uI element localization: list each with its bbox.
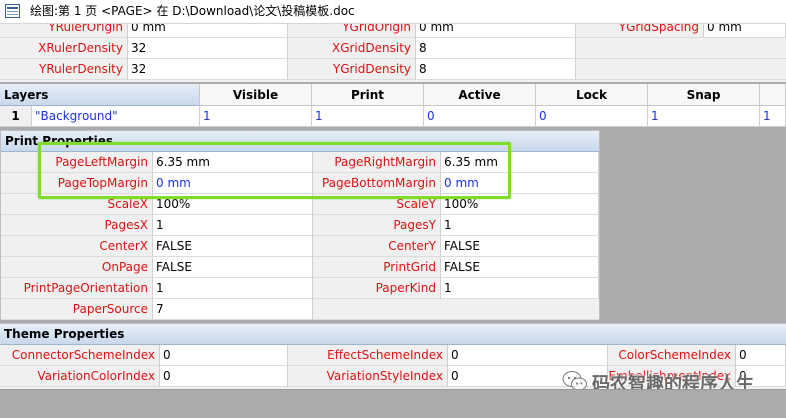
prop-label: YRulerDensity <box>0 59 128 80</box>
empty-cell <box>576 59 786 80</box>
prop-label: YGridOrigin <box>288 24 416 38</box>
prop-value[interactable]: 32 <box>128 59 288 80</box>
prop-value[interactable]: 1 <box>153 215 313 236</box>
prop-label: VariationColorIndex <box>0 366 160 387</box>
prop-label: PrintPageOrientation <box>1 278 153 299</box>
prop-value[interactable]: 0 <box>448 345 608 366</box>
prop-label: YGridSpacing <box>576 24 704 38</box>
empty-cell <box>313 299 599 320</box>
prop-value[interactable]: 0 <box>160 366 288 387</box>
prop-value[interactable]: 7 <box>153 299 313 320</box>
layer-row-index[interactable]: 1 <box>0 106 32 127</box>
prop-label: PaperSource <box>1 299 153 320</box>
prop-label: ConnectorSchemeIndex <box>0 345 160 366</box>
prop-value[interactable]: 32 <box>128 38 288 59</box>
prop-value[interactable]: 0 mm <box>704 24 786 38</box>
layers-col-visible[interactable]: Visible <box>200 84 312 106</box>
sheet-window-icon <box>5 4 20 18</box>
layers-section: Layers Visible Print Active Lock Snap 1 … <box>0 84 786 127</box>
prop-label: PrintGrid <box>313 257 441 278</box>
layer-extra-value[interactable]: 1 <box>760 106 786 127</box>
layer-visible-value[interactable]: 1 <box>200 106 312 127</box>
title-bar: 绘图:第 1 页 <PAGE> 在 D:\Download\论文\投稿模板.do… <box>0 0 786 24</box>
canvas-background <box>0 389 786 418</box>
prop-value[interactable]: FALSE <box>441 236 599 257</box>
layer-name[interactable]: "Background" <box>32 106 200 127</box>
prop-label: EffectSchemeIndex <box>288 345 448 366</box>
prop-value[interactable]: 0 mm <box>416 24 576 38</box>
prop-value[interactable]: 1 <box>153 278 313 299</box>
prop-label: XRulerDensity <box>0 38 128 59</box>
prop-value[interactable]: FALSE <box>153 257 313 278</box>
prop-label: YGridDensity <box>288 59 416 80</box>
layer-active-value[interactable]: 0 <box>424 106 536 127</box>
prop-value[interactable]: 0 <box>736 345 786 366</box>
layers-col-active[interactable]: Active <box>424 84 536 106</box>
prop-label: OnPage <box>1 257 153 278</box>
prop-value[interactable]: 8 <box>416 59 576 80</box>
prop-label: XGridDensity <box>288 38 416 59</box>
prop-label: CenterX <box>1 236 153 257</box>
ruler-grid-section: YRulerOrigin 0 mm YGridOrigin 0 mm YGrid… <box>0 24 786 82</box>
window-title: 绘图:第 1 页 <PAGE> 在 D:\Download\论文\投稿模板.do… <box>30 4 355 18</box>
prop-label: PagesY <box>313 215 441 236</box>
prop-value[interactable]: FALSE <box>441 257 599 278</box>
prop-label: CenterY <box>313 236 441 257</box>
layer-lock-value[interactable]: 0 <box>536 106 648 127</box>
layers-col-snap[interactable]: Snap <box>648 84 760 106</box>
prop-label: ColorSchemeIndex <box>608 345 736 366</box>
prop-value[interactable]: 0 mm <box>128 24 288 38</box>
margin-highlight-box <box>38 142 511 199</box>
prop-value[interactable]: FALSE <box>153 236 313 257</box>
prop-label: YRulerOrigin <box>0 24 128 38</box>
print-properties-section: Print Properties PageLeftMargin 6.35 mm … <box>0 130 600 320</box>
prop-value[interactable]: 0 <box>160 345 288 366</box>
prop-label: VariationStyleIndex <box>288 366 448 387</box>
theme-properties-title: Theme Properties <box>0 324 786 345</box>
prop-label: PaperKind <box>313 278 441 299</box>
prop-value[interactable]: 1 <box>441 278 599 299</box>
layers-col-print[interactable]: Print <box>312 84 424 106</box>
empty-cell <box>576 38 786 59</box>
layers-col-lock[interactable]: Lock <box>536 84 648 106</box>
prop-label: PagesX <box>1 215 153 236</box>
layer-print-value[interactable]: 1 <box>312 106 424 127</box>
prop-value[interactable]: 8 <box>416 38 576 59</box>
prop-value[interactable]: 1 <box>441 215 599 236</box>
layers-col-extra[interactable] <box>760 84 786 106</box>
layers-title: Layers <box>0 84 200 106</box>
layer-snap-value[interactable]: 1 <box>648 106 760 127</box>
